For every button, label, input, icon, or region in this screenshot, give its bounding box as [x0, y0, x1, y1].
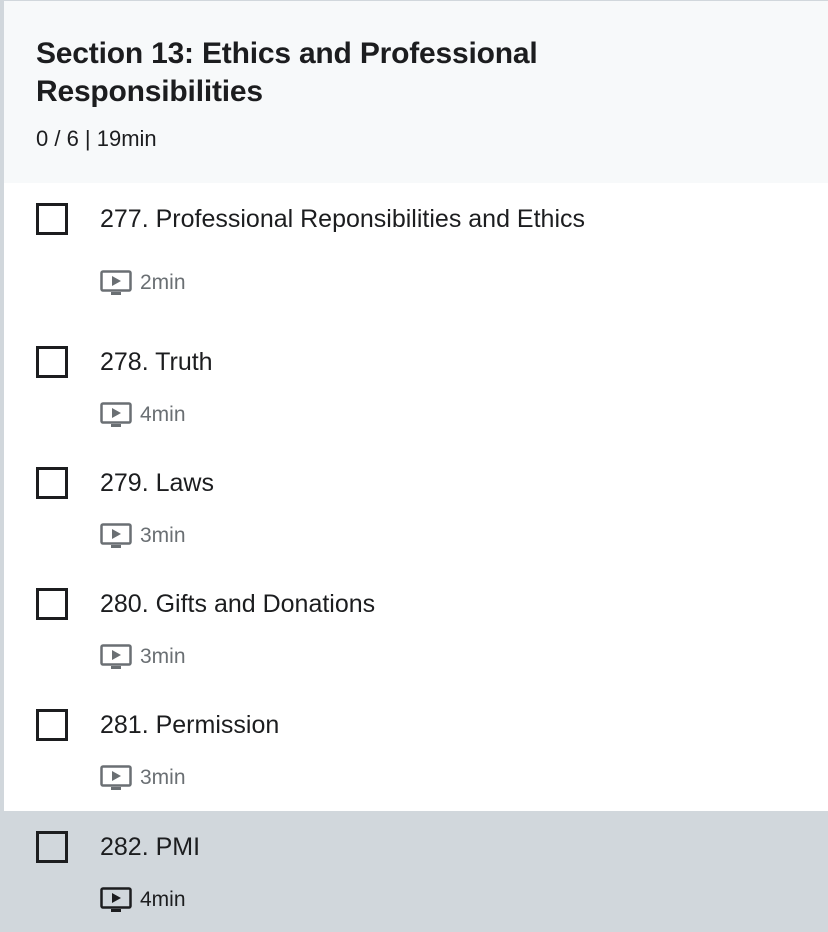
lecture-complete-checkbox[interactable] — [36, 588, 68, 620]
duration-label: 2min — [140, 271, 186, 294]
lecture-title: 278. Truth — [100, 348, 213, 376]
duration-label: 4min — [140, 403, 186, 426]
lecture-title: 279. Laws — [100, 469, 214, 497]
lecture-item[interactable]: 279. Laws 3min — [4, 447, 828, 568]
lecture-complete-checkbox[interactable] — [36, 831, 68, 863]
lecture-duration: 4min — [100, 886, 186, 914]
lecture-complete-checkbox[interactable] — [36, 709, 68, 741]
duration-label: 3min — [140, 766, 186, 789]
video-icon — [100, 887, 132, 912]
video-icon — [100, 270, 132, 295]
video-icon — [100, 644, 132, 669]
section-progress: 0 / 6 | 19min — [36, 126, 157, 151]
lecture-complete-checkbox[interactable] — [36, 346, 68, 378]
lecture-duration: 3min — [100, 522, 186, 550]
duration-label: 4min — [140, 888, 186, 911]
video-icon — [100, 402, 132, 427]
lecture-item[interactable]: 280. Gifts and Donations 3min — [4, 568, 828, 689]
lecture-item-current[interactable]: 282. PMI 4min — [4, 811, 828, 932]
course-content-panel: Section 13: Ethics and Professional Resp… — [0, 0, 828, 932]
lecture-duration: 3min — [100, 764, 186, 792]
lecture-item[interactable]: 277. Professional Reponsibilities and Et… — [4, 183, 828, 326]
lecture-duration: 2min — [100, 269, 186, 297]
lecture-duration: 4min — [100, 401, 186, 429]
lecture-title: 282. PMI — [100, 833, 201, 861]
lecture-complete-checkbox[interactable] — [36, 467, 68, 499]
video-icon — [100, 765, 132, 790]
section-title: Section 13: Ethics and Professional Resp… — [36, 37, 538, 108]
video-icon — [100, 523, 132, 548]
lecture-title: 280. Gifts and Donations — [100, 590, 376, 618]
lecture-item[interactable]: 281. Permission 3min — [4, 689, 828, 811]
duration-label: 3min — [140, 645, 186, 668]
lecture-title: 277. Professional Reponsibilities and Et… — [100, 205, 585, 233]
duration-label: 3min — [140, 524, 186, 547]
lecture-complete-checkbox[interactable] — [36, 203, 68, 235]
lecture-title: 281. Permission — [100, 711, 280, 739]
lecture-item[interactable]: 278. Truth 4min — [4, 326, 828, 447]
section-header[interactable]: Section 13: Ethics and Professional Resp… — [4, 1, 828, 183]
lecture-duration: 3min — [100, 643, 186, 671]
